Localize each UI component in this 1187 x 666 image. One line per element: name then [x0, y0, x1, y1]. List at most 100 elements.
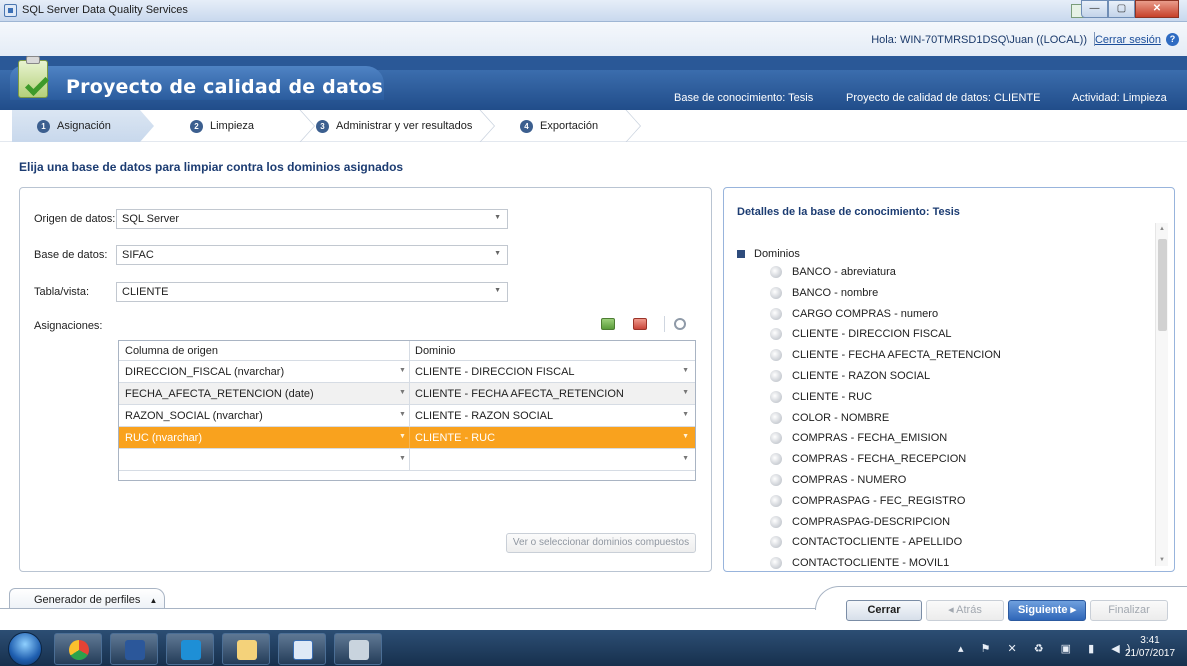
preview-magnifier-icon[interactable]	[674, 318, 686, 330]
chevron-down-icon[interactable]: ▼	[682, 433, 689, 440]
expand-up-icon: ▲	[149, 596, 158, 605]
table-row-selected[interactable]: RUC (nvarchar) ▼ CLIENTE - RUC ▼	[119, 427, 695, 449]
taskbar-explorer[interactable]	[222, 633, 270, 665]
grid-header: Columna de origen Dominio	[119, 341, 695, 362]
chevron-down-icon[interactable]: ▼	[399, 455, 406, 462]
domain-tree-item[interactable]: BANCO - nombre	[770, 284, 878, 302]
column-header-source[interactable]: Columna de origen	[125, 345, 218, 357]
table-row[interactable]: RAZON_SOCIAL (nvarchar) ▼ CLIENTE - RAZO…	[119, 405, 695, 427]
domain-tree-item[interactable]: COMPRAS - FECHA_RECEPCION	[770, 450, 966, 468]
step-label: Administrar y ver resultados	[336, 120, 473, 132]
domain-bullet-icon	[770, 286, 782, 299]
help-icon[interactable]: ?	[1166, 33, 1179, 46]
source-select[interactable]: SQL Server ▼	[116, 209, 508, 229]
details-scrollbar[interactable]: ▲ ▼	[1155, 223, 1168, 566]
taskbar-dqs[interactable]	[278, 633, 326, 665]
profiler-tab[interactable]: Generador de perfiles ▲	[9, 588, 165, 608]
domain-cell[interactable]: CLIENTE - RAZON SOCIAL	[415, 410, 553, 422]
table-row[interactable]: DIRECCION_FISCAL (nvarchar) ▼ CLIENTE - …	[119, 361, 695, 383]
maximize-button[interactable]: ▢	[1108, 0, 1135, 18]
table-label: Tabla/vista:	[34, 286, 90, 298]
finish-button[interactable]: Finalizar	[1090, 600, 1168, 621]
tree-root-domains[interactable]: Dominios	[737, 248, 800, 260]
domain-tree-item[interactable]: COMPRASPAG - FEC_REGISTRO	[770, 492, 965, 510]
domain-cell[interactable]: CLIENTE - FECHA AFECTA_RETENCION	[415, 388, 624, 400]
add-mapping-icon[interactable]	[601, 318, 615, 330]
database-select[interactable]: SIFAC ▼	[116, 245, 508, 265]
table-select[interactable]: CLIENTE ▼	[116, 282, 508, 302]
next-button[interactable]: Siguiente ▸	[1008, 600, 1086, 621]
domain-tree-label: CLIENTE - RAZON SOCIAL	[792, 370, 931, 382]
taskbar-tools[interactable]	[334, 633, 382, 665]
chevron-down-icon[interactable]: ▼	[399, 411, 406, 418]
scroll-up-icon[interactable]: ▲	[1159, 226, 1165, 232]
domain-tree-item[interactable]: CARGO COMPRAS - numero	[770, 305, 938, 323]
table-row-empty[interactable]: ▼ ▼	[119, 449, 695, 471]
step-number-icon: 4	[520, 119, 533, 133]
logout-link[interactable]: Cerrar sesión	[1095, 34, 1161, 46]
taskbar-app[interactable]	[166, 633, 214, 665]
start-button-icon[interactable]	[8, 632, 42, 666]
domain-bullet-icon	[770, 328, 782, 341]
project-label: Proyecto de calidad de datos: CLIENTE	[846, 92, 1041, 104]
domain-tree-item[interactable]: COMPRASPAG-DESCRIPCION	[770, 513, 950, 531]
step-administrar[interactable]: 3 Administrar y ver resultados	[316, 110, 472, 142]
step-exportacion[interactable]: 4 Exportación	[520, 110, 598, 142]
step-limpieza[interactable]: 2 Limpieza	[190, 110, 254, 142]
chevron-down-icon: ▼	[494, 214, 501, 221]
taskbar-chrome[interactable]	[54, 633, 102, 665]
taskbar-clock[interactable]: 3:41 21/07/2017	[1120, 634, 1180, 660]
chevron-down-icon: ▼	[494, 250, 501, 257]
chevron-down-icon[interactable]: ▼	[682, 455, 689, 462]
domain-tree-label: COMPRASPAG-DESCRIPCION	[792, 515, 951, 528]
chrome-icon	[69, 640, 89, 660]
step-asignacion[interactable]: 1 Asignación	[37, 110, 111, 142]
taskbar-word[interactable]	[110, 633, 158, 665]
back-button[interactable]: ◂ Atrás	[926, 600, 1004, 621]
minimize-button[interactable]: —	[1081, 0, 1108, 18]
domain-cell[interactable]: CLIENTE - RUC	[415, 432, 495, 444]
activity-label: Actividad: Limpieza	[1072, 92, 1167, 104]
domain-tree-item[interactable]: CONTACTOCLIENTE - MOVIL1	[770, 554, 949, 572]
step-label: Limpieza	[210, 120, 255, 132]
domain-tree-item[interactable]: CLIENTE - RAZON SOCIAL	[770, 367, 930, 385]
domain-tree-item[interactable]: CLIENTE - RUC	[770, 388, 872, 406]
domain-tree-item[interactable]: CLIENTE - FECHA AFECTA_RETENCION	[770, 346, 1001, 364]
source-cell[interactable]: DIRECCION_FISCAL (nvarchar)	[125, 366, 284, 378]
domain-tree-item[interactable]: BANCO - abreviatura	[770, 263, 896, 281]
domain-tree-label: COMPRASPAG - FEC_REGISTRO	[792, 494, 966, 507]
source-cell[interactable]: FECHA_AFECTA_RETENCION (date)	[125, 388, 314, 400]
step-label: Asignación	[57, 120, 111, 132]
domain-tree-label: BANCO - nombre	[792, 286, 879, 299]
step-number-icon: 3	[316, 119, 329, 133]
chevron-down-icon[interactable]: ▼	[399, 389, 406, 396]
scroll-thumb[interactable]	[1158, 239, 1167, 331]
chevron-down-icon[interactable]: ▼	[682, 389, 689, 396]
chevron-down-icon[interactable]: ▼	[399, 433, 406, 440]
domain-tree-label: CLIENTE - DIRECCION FISCAL	[792, 328, 952, 341]
domain-tree-item[interactable]: COMPRAS - FECHA_EMISION	[770, 429, 947, 447]
system-tray-icons[interactable]: ▴ ⚑ ✕ ♻ ▣ ▮ ◀)	[958, 642, 1137, 655]
domain-tree-item[interactable]: COMPRAS - NUMERO	[770, 471, 906, 489]
table-row[interactable]: FECHA_AFECTA_RETENCION (date) ▼ CLIENTE …	[119, 383, 695, 405]
app-icon	[181, 640, 201, 660]
chevron-down-icon[interactable]: ▼	[399, 367, 406, 374]
composite-domains-button[interactable]: Ver o seleccionar dominios compuestos	[506, 533, 696, 553]
chevron-down-icon[interactable]: ▼	[682, 367, 689, 374]
title-bar: SQL Server Data Quality Services — ▢ ✕	[0, 0, 1187, 22]
domain-tree-label: CARGO COMPRAS - numero	[792, 307, 939, 320]
chevron-down-icon[interactable]: ▼	[682, 411, 689, 418]
source-cell[interactable]: RAZON_SOCIAL (nvarchar)	[125, 410, 263, 422]
project-header: Proyecto de calidad de datos Base de con…	[0, 56, 1187, 110]
close-button[interactable]: Cerrar	[846, 600, 922, 621]
domain-cell[interactable]: CLIENTE - DIRECCION FISCAL	[415, 366, 575, 378]
column-header-domain[interactable]: Dominio	[415, 345, 455, 357]
source-cell[interactable]: RUC (nvarchar)	[125, 432, 202, 444]
remove-mapping-icon[interactable]	[633, 318, 647, 330]
domain-tree-item[interactable]: CONTACTOCLIENTE - APELLIDO	[770, 533, 962, 551]
collapse-icon[interactable]	[737, 250, 745, 258]
scroll-down-icon[interactable]: ▼	[1159, 557, 1165, 563]
domain-tree-item[interactable]: COLOR - NOMBRE	[770, 409, 889, 427]
domain-tree-item[interactable]: CLIENTE - DIRECCION FISCAL	[770, 325, 952, 343]
close-window-button[interactable]: ✕	[1135, 0, 1179, 18]
